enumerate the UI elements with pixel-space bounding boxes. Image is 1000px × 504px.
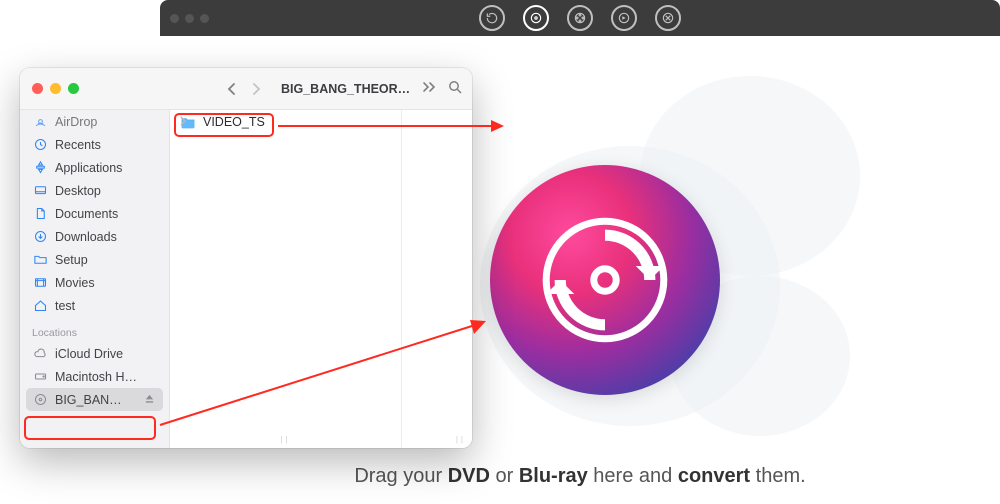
house-icon (32, 298, 48, 314)
download-icon (32, 229, 48, 245)
sidebar-item-label: Documents (55, 207, 118, 221)
finder-traffic-lights (32, 83, 79, 94)
drop-caption: Drag your DVD or Blu-ray here and conver… (160, 465, 1000, 488)
finder-window: BIG_BANG_THEOR… AirDrop Recents Applicat… (20, 68, 472, 448)
fullscreen-button[interactable] (68, 83, 79, 94)
finder-toolbar: BIG_BANG_THEOR… (20, 68, 472, 110)
forward-button[interactable] (245, 78, 267, 100)
sidebar-item-recents[interactable]: Recents (20, 133, 169, 156)
chevron-right-icon (251, 82, 261, 96)
folder-icon (32, 252, 48, 268)
column-resize-handle[interactable]: || (456, 435, 466, 444)
toolbar-button-2[interactable] (523, 5, 549, 31)
finder-column-1: VIDEO_TS || (170, 110, 402, 448)
hdd-icon (32, 369, 48, 385)
more-button[interactable] (422, 81, 438, 96)
sidebar-item-label: Desktop (55, 184, 101, 198)
movies-icon (32, 275, 48, 291)
sidebar-item-label: Applications (55, 161, 122, 175)
disc-icon (32, 392, 48, 408)
app-max-dot[interactable] (200, 14, 209, 23)
eject-icon (144, 393, 155, 404)
nav-arrows (221, 78, 267, 100)
sidebar-item-label: Recents (55, 138, 101, 152)
list-item[interactable]: VIDEO_TS (170, 110, 401, 134)
sidebar-item-big-bang-disc[interactable]: BIG_BAN… (26, 388, 163, 411)
clip-icon (661, 11, 675, 25)
back-button[interactable] (221, 78, 243, 100)
chevrons-right-icon (422, 81, 438, 93)
minimize-button[interactable] (50, 83, 61, 94)
toolbar-button-5[interactable] (655, 5, 681, 31)
app-min-dot[interactable] (185, 14, 194, 23)
desktop-icon (32, 183, 48, 199)
sidebar-item-label: Macintosh H… (55, 370, 137, 384)
sidebar-item-airdrop[interactable]: AirDrop (20, 110, 169, 133)
convert-orb (490, 165, 720, 395)
app-close-dot[interactable] (170, 14, 179, 23)
eject-button[interactable] (144, 393, 155, 407)
clock-icon (32, 137, 48, 153)
refresh-icon (485, 11, 499, 25)
sidebar-item-documents[interactable]: Documents (20, 202, 169, 225)
sidebar-item-label: test (55, 299, 75, 313)
app-toolbar (479, 5, 681, 31)
file-name: VIDEO_TS (203, 115, 265, 129)
finder-title: BIG_BANG_THEOR… (281, 82, 410, 96)
sidebar-item-setup[interactable]: Setup (20, 248, 169, 271)
sidebar-section-locations: Locations (20, 317, 169, 342)
search-icon (448, 80, 462, 94)
sidebar-item-test[interactable]: test (20, 294, 169, 317)
airdrop-icon (32, 114, 48, 130)
sidebar-item-macintosh-hd[interactable]: Macintosh H… (20, 365, 169, 388)
folder-icon (180, 116, 196, 129)
finder-body: AirDrop Recents Applications Desktop Doc… (20, 110, 472, 448)
app-icon (32, 160, 48, 176)
disc-convert-icon (529, 11, 543, 25)
close-button[interactable] (32, 83, 43, 94)
sidebar-item-label: Setup (55, 253, 88, 267)
sidebar-item-label: Movies (55, 276, 95, 290)
column-resize-handle[interactable]: || (280, 435, 290, 444)
film-reel-icon (573, 11, 587, 25)
sidebar-item-label: Downloads (55, 230, 117, 244)
convert-arrows-icon (535, 210, 675, 350)
chevron-left-icon (227, 82, 237, 96)
toolbar-button-1[interactable] (479, 5, 505, 31)
sidebar-item-icloud[interactable]: iCloud Drive (20, 342, 169, 365)
sidebar-item-label: AirDrop (55, 115, 97, 129)
sidebar-item-label: BIG_BAN… (55, 393, 122, 407)
sidebar-item-label: iCloud Drive (55, 347, 123, 361)
finder-sidebar: AirDrop Recents Applications Desktop Doc… (20, 110, 170, 448)
toolbar-button-3[interactable] (567, 5, 593, 31)
finder-column-2: || (402, 110, 472, 448)
app-titlebar (160, 0, 1000, 36)
cloud-icon (32, 346, 48, 362)
sidebar-item-downloads[interactable]: Downloads (20, 225, 169, 248)
document-icon (32, 206, 48, 222)
toolbar-button-4[interactable] (611, 5, 637, 31)
search-button[interactable] (448, 80, 462, 97)
movie-icon (617, 11, 631, 25)
app-traffic-lights[interactable] (170, 14, 209, 23)
sidebar-item-movies[interactable]: Movies (20, 271, 169, 294)
sidebar-item-desktop[interactable]: Desktop (20, 179, 169, 202)
sidebar-item-applications[interactable]: Applications (20, 156, 169, 179)
